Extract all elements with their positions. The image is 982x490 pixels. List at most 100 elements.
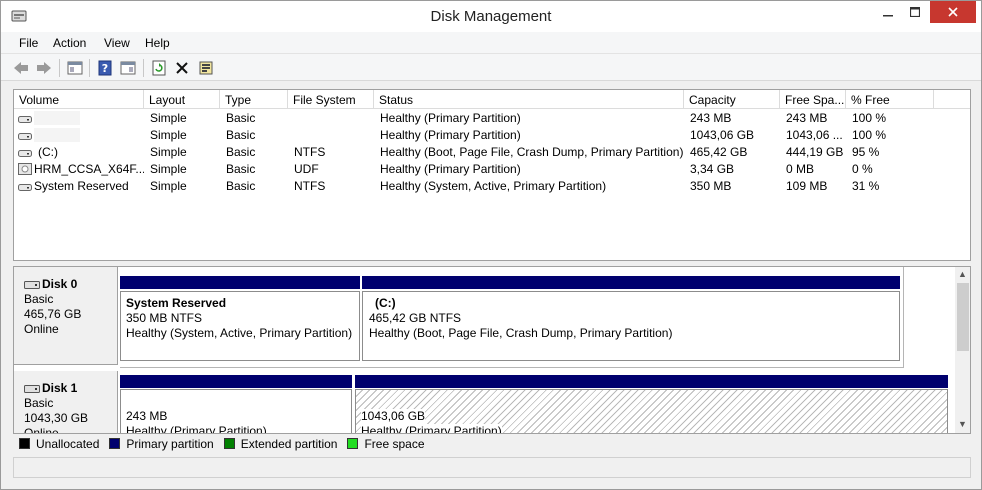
table-row[interactable]: System Reserved Simple Basic NTFS Health… bbox=[14, 178, 970, 195]
console-tree-icon bbox=[120, 61, 136, 75]
title-bar[interactable]: Disk Management bbox=[1, 1, 981, 32]
capacity-cell: 243 MB bbox=[690, 111, 732, 125]
layout-cell: Simple bbox=[150, 145, 187, 159]
table-row[interactable]: Simple Basic Healthy (Primary Partition)… bbox=[14, 110, 970, 127]
menu-action[interactable]: Action bbox=[53, 36, 86, 50]
volume-list[interactable]: Volume Layout Type File System Status Ca… bbox=[13, 89, 971, 261]
close-icon bbox=[948, 7, 958, 17]
type-cell: Basic bbox=[226, 162, 256, 176]
column-header-type[interactable]: Type bbox=[220, 90, 288, 109]
legend-swatch bbox=[223, 438, 235, 449]
scrollbar-thumb[interactable] bbox=[957, 283, 969, 351]
volume-drive-icon bbox=[18, 181, 32, 191]
volume-name bbox=[34, 111, 80, 125]
partition-size: 350 MB NTFS bbox=[126, 311, 203, 325]
status-cell: Healthy (Primary Partition) bbox=[380, 128, 521, 142]
vertical-scrollbar[interactable]: ▲ ▼ bbox=[955, 267, 970, 433]
volume-drive-icon bbox=[18, 130, 32, 140]
disk-graphical-view[interactable]: Disk 0 Basic 465,76 GB Online System Res… bbox=[13, 266, 971, 434]
status-cell: Healthy (System, Active, Primary Partiti… bbox=[380, 179, 607, 193]
free-space-cell: 243 MB bbox=[786, 111, 828, 125]
volume-name: System Reserved bbox=[34, 179, 129, 193]
up-level-icon bbox=[67, 61, 83, 75]
partition-c[interactable]: (C:) 465,42 GB NTFS Healthy (Boot, Page … bbox=[362, 291, 900, 361]
status-cell: Healthy (Primary Partition) bbox=[380, 162, 521, 176]
free-space-cell: 444,19 GB bbox=[786, 145, 844, 159]
menu-help[interactable]: Help bbox=[145, 36, 170, 50]
column-header-free-space[interactable]: Free Spa... bbox=[780, 90, 846, 109]
close-button[interactable] bbox=[930, 1, 976, 23]
file-system-cell: UDF bbox=[294, 162, 319, 176]
up-level-button[interactable] bbox=[65, 58, 85, 78]
toolbar: ? bbox=[1, 54, 981, 81]
maximize-icon bbox=[910, 7, 920, 17]
column-header-volume[interactable]: Volume bbox=[14, 90, 144, 109]
type-cell: Basic bbox=[226, 111, 256, 125]
capacity-cell: 1043,06 GB bbox=[690, 128, 755, 142]
toolbar-separator bbox=[89, 59, 90, 77]
back-icon bbox=[14, 62, 28, 74]
percent-free-cell: 100 % bbox=[852, 128, 887, 142]
partition-disk1-second[interactable]: 1043,06 GB Healthy (Primary Partition) bbox=[355, 389, 948, 433]
file-system-cell: NTFS bbox=[294, 145, 326, 159]
partition-status: Healthy (Primary Partition) bbox=[126, 424, 267, 434]
partition-bar-disk1-second bbox=[355, 375, 948, 388]
disk-1-label[interactable]: Disk 1 Basic 1043,30 GB Online bbox=[14, 371, 118, 434]
type-cell: Basic bbox=[226, 128, 256, 142]
legend-unallocated: Unallocated bbox=[19, 437, 99, 451]
table-row[interactable]: (C:) Simple Basic NTFS Healthy (Boot, Pa… bbox=[14, 144, 970, 161]
legend-label: Free space bbox=[364, 436, 425, 451]
forward-button[interactable] bbox=[34, 58, 54, 78]
column-header-layout[interactable]: Layout bbox=[144, 90, 220, 109]
free-space-cell: 109 MB bbox=[786, 179, 828, 193]
scroll-up-arrow-icon[interactable]: ▲ bbox=[958, 269, 967, 279]
legend-swatch bbox=[109, 438, 121, 449]
forward-icon bbox=[37, 62, 51, 74]
menu-view[interactable]: View bbox=[104, 36, 130, 50]
legend-swatch bbox=[19, 438, 30, 449]
window-title: Disk Management bbox=[430, 8, 552, 25]
console-tree-button[interactable] bbox=[118, 58, 138, 78]
volume-name: (C:) bbox=[38, 145, 58, 159]
properties-icon bbox=[199, 61, 213, 75]
menu-file[interactable]: File bbox=[19, 36, 38, 50]
type-cell: Basic bbox=[226, 179, 256, 193]
refresh-button[interactable] bbox=[149, 58, 169, 78]
partition-status: Healthy (System, Active, Primary Partiti… bbox=[126, 326, 353, 340]
legend-free-space: Free space bbox=[347, 436, 425, 451]
toolbar-separator bbox=[59, 59, 60, 77]
minimize-button[interactable] bbox=[875, 1, 901, 23]
table-row[interactable]: HRM_CCSA_X64F... Simple Basic UDF Health… bbox=[14, 161, 970, 178]
capacity-cell: 350 MB bbox=[690, 179, 732, 193]
table-row[interactable]: Simple Basic Healthy (Primary Partition)… bbox=[14, 127, 970, 144]
minimize-icon bbox=[883, 15, 893, 17]
disk-0-label[interactable]: Disk 0 Basic 465,76 GB Online bbox=[14, 267, 118, 365]
back-button[interactable] bbox=[11, 58, 31, 78]
properties-button[interactable] bbox=[196, 58, 216, 78]
disk-state: Online bbox=[24, 426, 59, 434]
delete-icon bbox=[176, 62, 188, 74]
layout-cell: Simple bbox=[150, 162, 187, 176]
disk-name: Disk 0 bbox=[42, 277, 78, 291]
partition-status: Healthy (Primary Partition) bbox=[361, 424, 502, 433]
disk-management-window: Disk Management File Action View Help ? bbox=[0, 0, 982, 490]
maximize-button[interactable] bbox=[901, 1, 929, 23]
delete-button[interactable] bbox=[172, 58, 192, 78]
partition-disk1-first[interactable]: 243 MB Healthy (Primary Partition) bbox=[120, 389, 352, 434]
volume-drive-icon bbox=[18, 147, 32, 157]
scroll-down-arrow-icon[interactable]: ▼ bbox=[958, 419, 967, 429]
volume-name bbox=[34, 128, 80, 142]
partition-system-reserved[interactable]: System Reserved 350 MB NTFS Healthy (Sys… bbox=[120, 291, 360, 361]
column-header-status[interactable]: Status bbox=[374, 90, 684, 109]
help-button[interactable]: ? bbox=[95, 58, 115, 78]
disk-name: Disk 1 bbox=[42, 381, 78, 395]
menu-bar: File Action View Help bbox=[1, 32, 981, 54]
legend-extended-partition: Extended partition bbox=[223, 437, 337, 451]
column-header-file-system[interactable]: File System bbox=[288, 90, 374, 109]
column-header-percent-free[interactable]: % Free bbox=[846, 90, 934, 109]
partition-size: 1043,06 GB bbox=[361, 409, 426, 424]
layout-cell: Simple bbox=[150, 111, 187, 125]
column-header-capacity[interactable]: Capacity bbox=[684, 90, 780, 109]
help-icon: ? bbox=[98, 60, 112, 76]
file-system-cell: NTFS bbox=[294, 179, 326, 193]
